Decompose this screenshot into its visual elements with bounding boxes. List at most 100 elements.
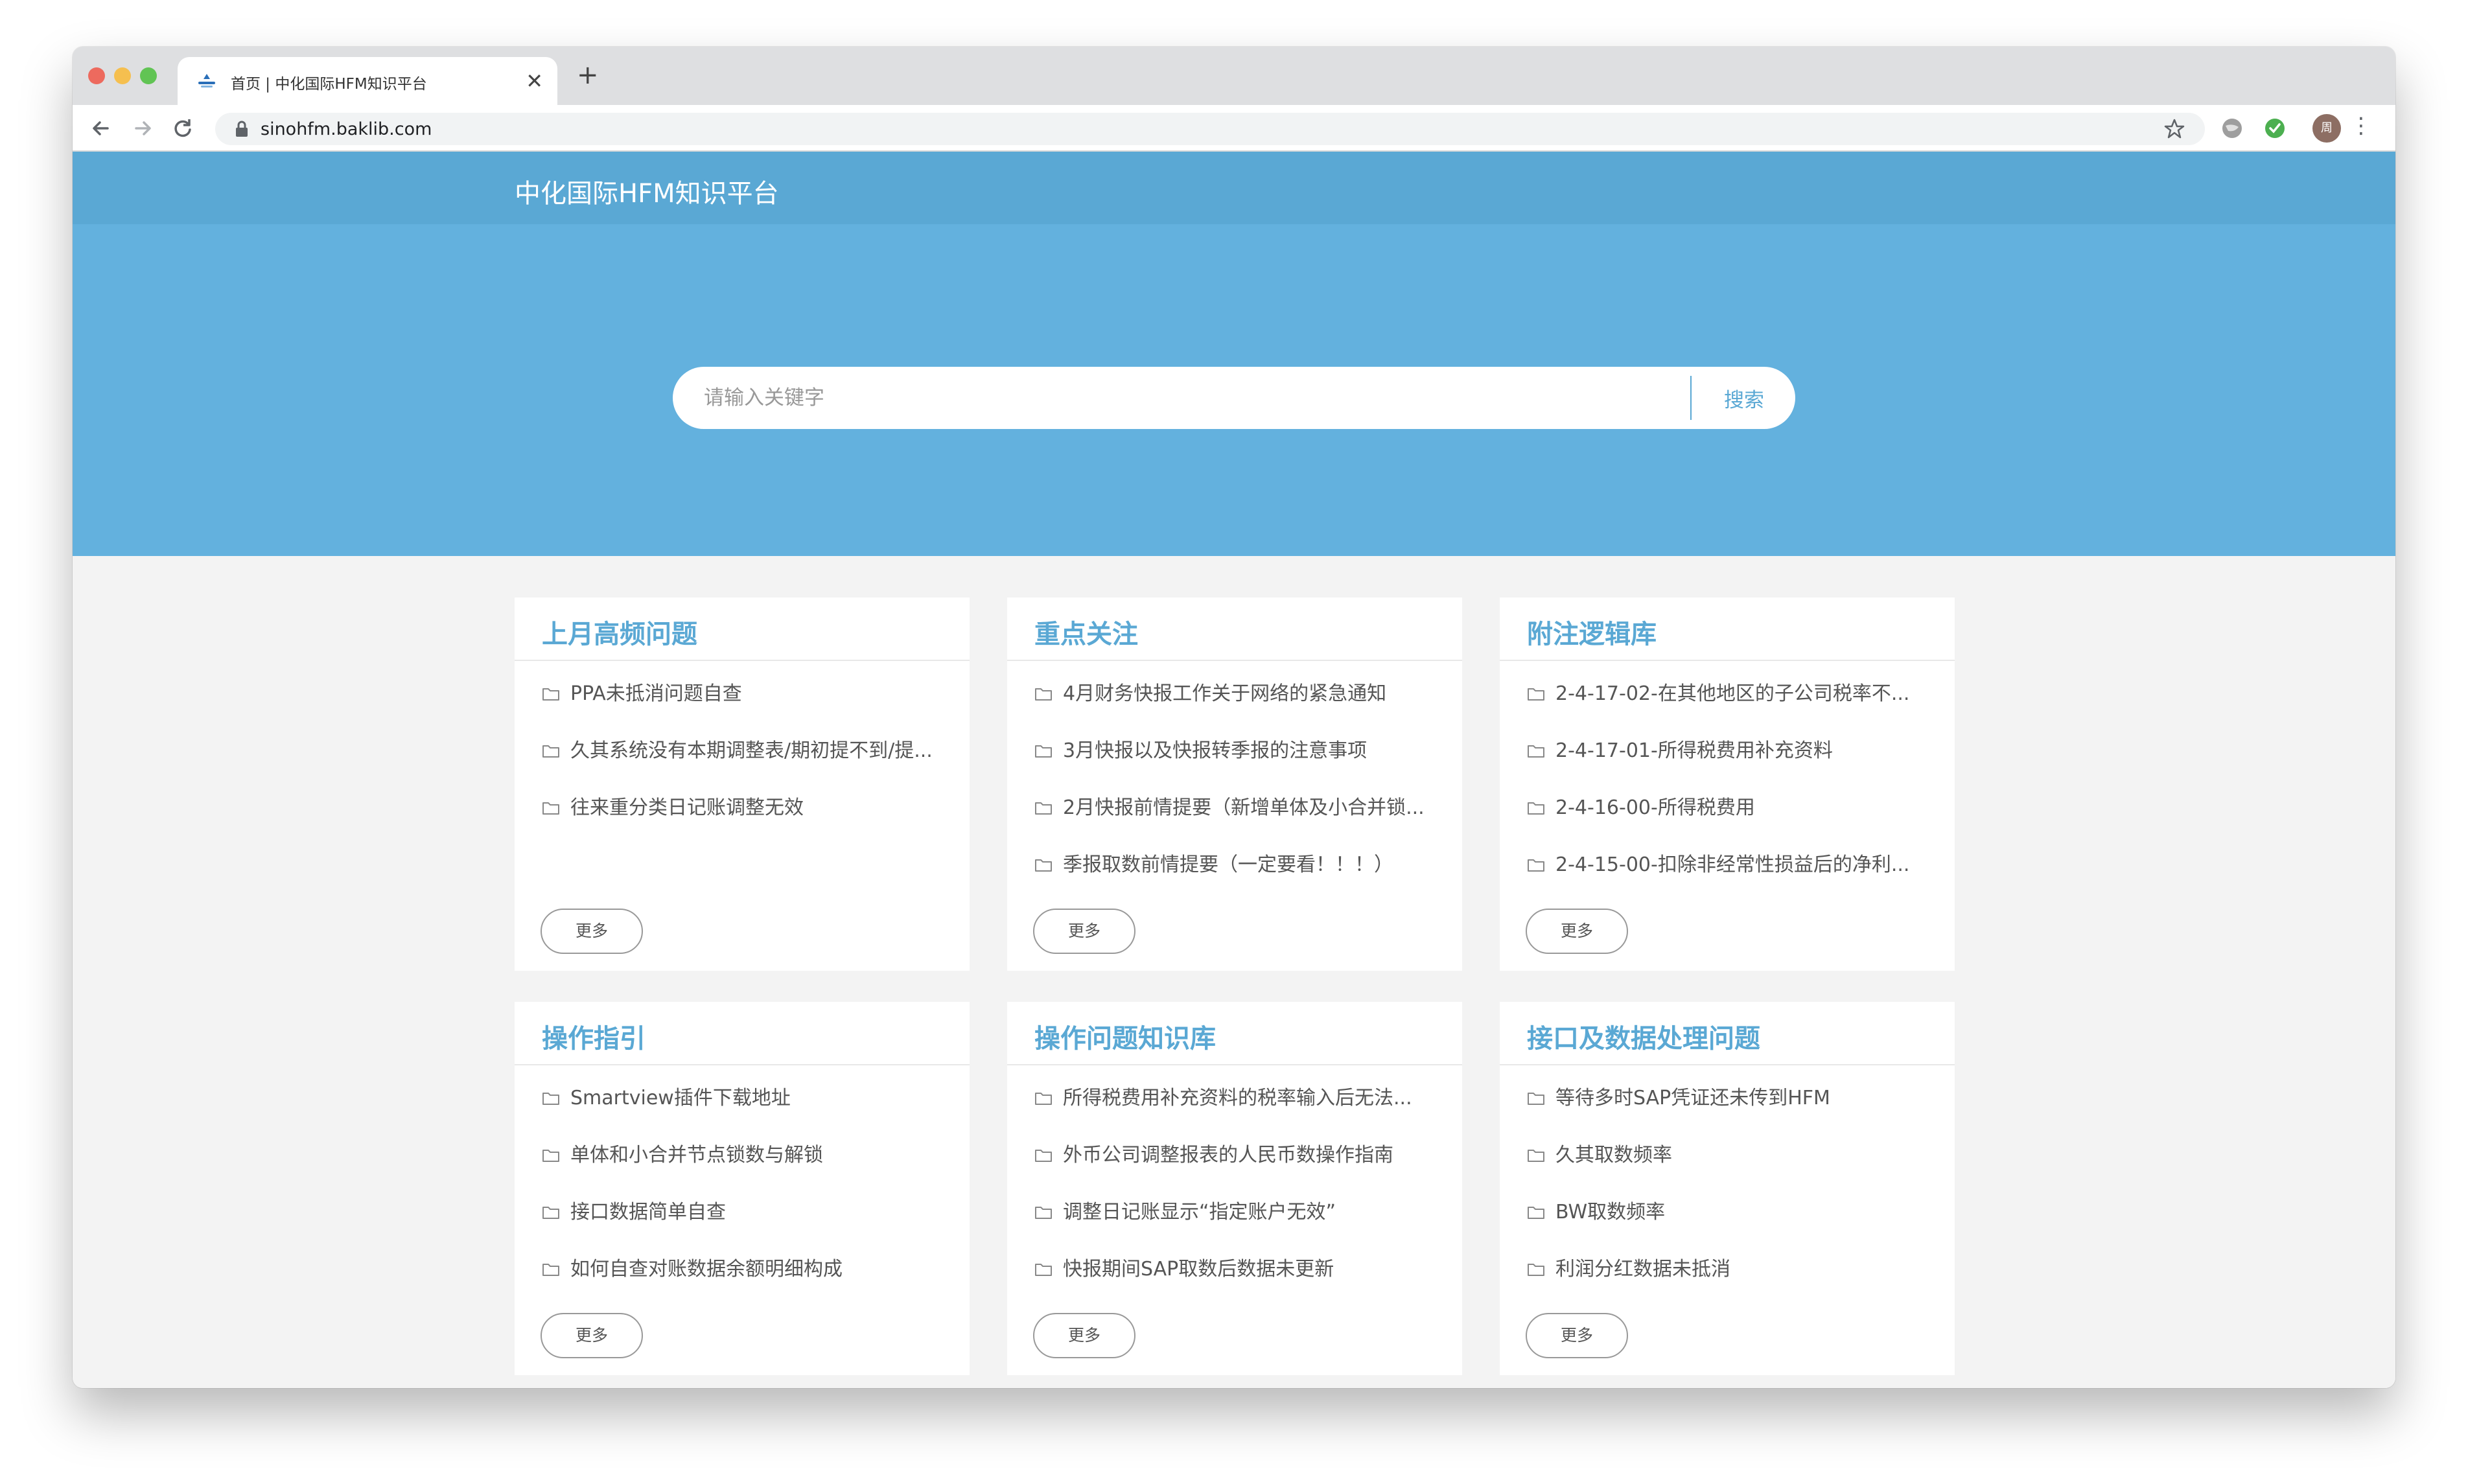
article-link[interactable]: 单体和小合并节点锁数与解锁 [542,1143,957,1200]
article-link[interactable]: 3月快报以及快报转季报的注意事项 [1034,739,1449,796]
more-button[interactable]: 更多 [1033,909,1135,954]
article-link[interactable]: 往来重分类日记账调整无效 [542,796,957,853]
search-box: 搜索 [673,367,1795,429]
folder-icon [1528,1264,1544,1276]
article-link[interactable]: 等待多时SAP凭证还未传到HFM [1527,1086,1942,1143]
folder-icon [542,688,559,701]
article-link[interactable]: 外币公司调整报表的人民币数操作指南 [1034,1143,1449,1200]
article-title: 所得税费用补充资料的税率输入后无法... [1063,1087,1412,1109]
search-divider [1690,376,1692,420]
article-link[interactable]: 2-4-16-00-所得税费用 [1527,796,1942,853]
article-title: 2-4-17-02-在其他地区的子公司税率不... [1555,682,1910,705]
folder-icon [1035,1207,1052,1219]
more-button[interactable]: 更多 [1526,1313,1628,1358]
card-divider [1007,1064,1462,1065]
article-link[interactable]: 2月快报前情提要（新增单体及小合并锁... [1034,796,1449,853]
article-title: 单体和小合并节点锁数与解锁 [570,1144,823,1166]
profile-avatar[interactable]: 周 [2312,114,2341,143]
article-link[interactable]: Smartview插件下载地址 [542,1086,957,1143]
folder-icon [542,745,559,758]
article-link[interactable]: 2-4-17-01-所得税费用补充资料 [1527,739,1942,796]
bookmark-star-icon[interactable] [2163,118,2185,140]
article-link[interactable]: BW取数频率 [1527,1200,1942,1257]
article-title: PPA未抵消问题自查 [570,682,742,705]
article-title: 2月快报前情提要（新增单体及小合并锁... [1063,796,1425,819]
card-title[interactable]: 重点关注 [1034,613,1138,651]
folder-icon [1035,802,1052,815]
card-divider [1007,660,1462,661]
browser-toolbar: sinohfm.baklib.com 周 ⋮ [73,105,2395,152]
more-button[interactable]: 更多 [541,909,643,954]
folder-icon [1528,688,1544,701]
article-title: 利润分红数据未抵消 [1555,1258,1730,1281]
article-link[interactable]: 4月财务快报工作关于网络的紧急通知 [1034,682,1449,739]
search-button[interactable]: 搜索 [1693,367,1795,429]
article-link[interactable]: 所得税费用补充资料的税率输入后无法... [1034,1086,1449,1143]
minimize-window-button[interactable] [114,67,131,84]
article-title: 3月快报以及快报转季报的注意事项 [1063,739,1368,762]
folder-icon [1035,859,1052,872]
card-title[interactable]: 操作问题知识库 [1034,1017,1216,1055]
search-input[interactable] [704,382,1663,413]
card-title[interactable]: 操作指引 [542,1017,646,1055]
browser-window: 首页 | 中化国际HFM知识平台 ✕ + sinohfm.baklib.com [73,47,2395,1388]
folder-icon [1528,802,1544,815]
category-card: 重点关注 4月财务快报工作关于网络的紧急通知 3月快报以及快报转季报的注意事项 2月快… [1007,597,1462,971]
article-title: 4月财务快报工作关于网络的紧急通知 [1063,682,1387,705]
extension-globe-icon[interactable] [2220,117,2244,140]
category-card: 上月高频问题 PPA未抵消问题自查久其系统没有本期调整表/期初提不到/提... 往来… [515,597,970,971]
forward-arrow-icon[interactable] [130,115,156,141]
more-button[interactable]: 更多 [1526,909,1628,954]
card-divider [1500,660,1955,661]
site-title[interactable]: 中化国际HFM知识平台 [515,172,779,210]
tab-title: 首页 | 中化国际HFM知识平台 [231,76,427,93]
back-arrow-icon[interactable] [88,115,114,141]
article-link[interactable]: 调整日记账显示“指定账户无效” [1034,1200,1449,1257]
card-title[interactable]: 附注逻辑库 [1527,613,1657,651]
card-article-list: 4月财务快报工作关于网络的紧急通知 3月快报以及快报转季报的注意事项 2月快报前情提… [1034,682,1449,910]
more-button[interactable]: 更多 [1033,1313,1135,1358]
new-tab-button[interactable]: + [577,62,599,88]
card-article-list: 所得税费用补充资料的税率输入后无法... 外币公司调整报表的人民币数操作指南 调整日… [1034,1086,1449,1314]
card-article-list: 2-4-17-02-在其他地区的子公司税率不... 2-4-17-01-所得税费用… [1527,682,1942,910]
folder-icon [1035,1150,1052,1162]
article-link[interactable]: 2-4-15-00-扣除非经常性损益后的净利... [1527,853,1942,910]
category-card: 附注逻辑库 2-4-17-02-在其他地区的子公司税率不... 2-4-17-01-… [1500,597,1955,971]
more-button[interactable]: 更多 [541,1313,643,1358]
article-title: 快报期间SAP取数后数据未更新 [1063,1258,1334,1281]
article-title: 如何自查对账数据余额明细构成 [570,1258,843,1281]
article-title: 季报取数前情提要（一定要看！！！） [1063,853,1393,876]
article-title: 等待多时SAP凭证还未传到HFM [1555,1087,1830,1109]
card-title[interactable]: 接口及数据处理问题 [1527,1017,1760,1055]
article-link[interactable]: 季报取数前情提要（一定要看！！！） [1034,853,1449,910]
folder-icon [1528,745,1544,758]
article-link[interactable]: 快报期间SAP取数后数据未更新 [1034,1257,1449,1314]
article-title: BW取数频率 [1555,1201,1666,1223]
extension-check-icon[interactable] [2263,117,2287,140]
article-link[interactable]: 利润分红数据未抵消 [1527,1257,1942,1314]
page-content: 中化国际HFM知识平台 搜索 上月高频问题 PPA未抵消问题自查久其系统没有本期调… [73,152,2395,1388]
card-title[interactable]: 上月高频问题 [542,613,697,651]
tab-close-icon[interactable]: ✕ [526,69,543,93]
browser-tab-active[interactable]: 首页 | 中化国际HFM知识平台 ✕ [178,57,557,105]
reload-icon[interactable] [170,115,196,141]
folder-icon [1528,859,1544,872]
article-link[interactable]: 2-4-17-02-在其他地区的子公司税率不... [1527,682,1942,739]
article-link[interactable]: 久其取数频率 [1527,1143,1942,1200]
address-bar[interactable]: sinohfm.baklib.com [215,113,2205,145]
article-title: 调整日记账显示“指定账户无效” [1063,1201,1336,1223]
article-link[interactable]: 接口数据简单自查 [542,1200,957,1257]
card-article-list: Smartview插件下载地址 单体和小合并节点锁数与解锁接口数据简单自查 如何自查… [542,1086,957,1314]
folder-icon [1528,1093,1544,1105]
article-link[interactable]: 久其系统没有本期调整表/期初提不到/提... [542,739,957,796]
article-title: 往来重分类日记账调整无效 [570,796,804,819]
folder-icon [1035,1264,1052,1276]
article-link[interactable]: 如何自查对账数据余额明细构成 [542,1257,957,1314]
card-divider [515,660,970,661]
article-link[interactable]: PPA未抵消问题自查 [542,682,957,739]
article-title: 2-4-16-00-所得税费用 [1555,796,1755,819]
browser-menu-icon[interactable]: ⋮ [2350,113,2372,139]
maximize-window-button[interactable] [140,67,157,84]
lock-icon [236,121,248,137]
close-window-button[interactable] [88,67,105,84]
